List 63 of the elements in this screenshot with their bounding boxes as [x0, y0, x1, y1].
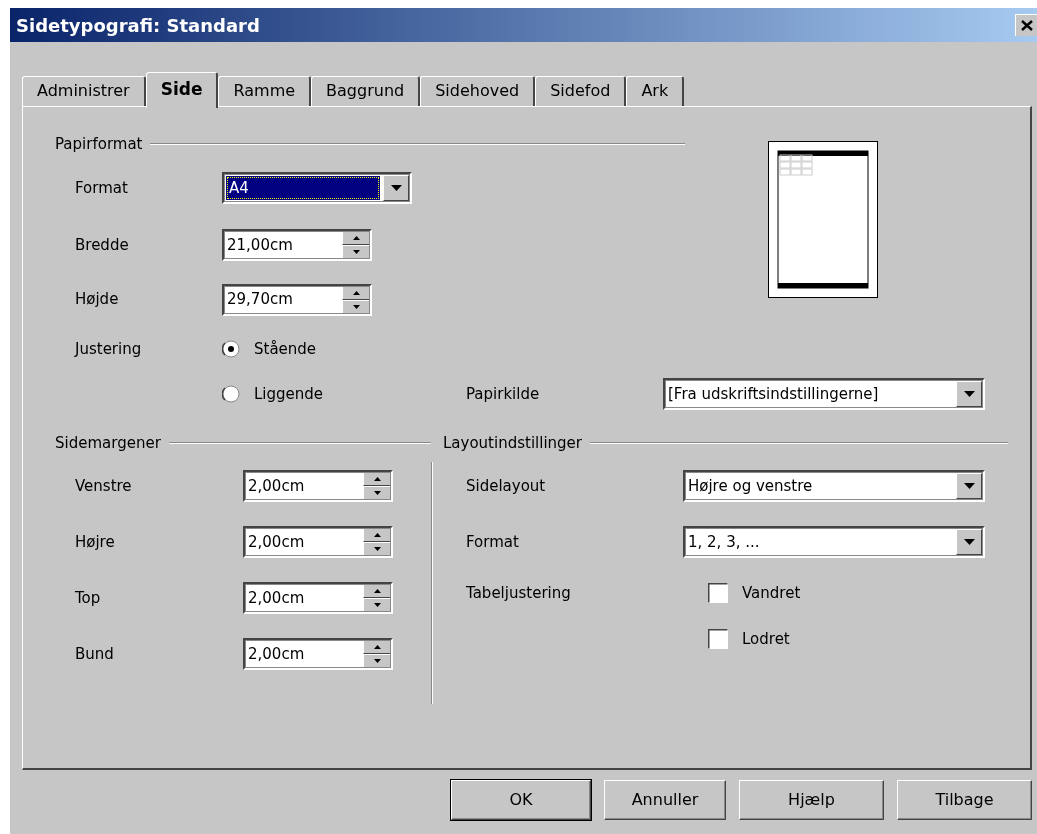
- group-label: Papirformat: [55, 133, 143, 155]
- tab[interactable]: Sidefod: [535, 76, 627, 106]
- tab[interactable]: Baggrund: [311, 76, 421, 106]
- dialog-button[interactable]: OK: [451, 780, 591, 820]
- dialog-button[interactable]: Hjælp: [739, 780, 884, 820]
- field-label: Tabeljustering: [466, 582, 572, 604]
- dropdown-field[interactable]: 1, 2, 3, ...: [683, 526, 985, 558]
- dialog-button[interactable]: Annuller: [604, 780, 726, 820]
- tab[interactable]: Administrer: [22, 76, 146, 106]
- dropdown-arrow-icon: [390, 185, 402, 191]
- down-arrow-icon: [373, 659, 381, 663]
- close-icon: [1020, 20, 1033, 31]
- dropdown-field[interactable]: Højre og venstre: [683, 470, 985, 502]
- dropdown-field[interactable]: A4: [222, 172, 412, 204]
- radio-button[interactable]: [222, 385, 240, 403]
- checkbox-label: Lodret: [742, 628, 790, 650]
- down-arrow-icon: [373, 603, 381, 607]
- down-arrow-icon: [373, 491, 381, 495]
- tab[interactable]: Sidehoved: [420, 76, 536, 106]
- spin-field[interactable]: 2,00cm: [243, 526, 393, 558]
- spin-field[interactable]: 29,70cm: [222, 283, 372, 316]
- field-label: Justering: [75, 338, 143, 360]
- radio-label: Stående: [254, 338, 317, 360]
- checkbox-label: Vandret: [742, 582, 801, 604]
- up-arrow-icon: [373, 477, 381, 481]
- field-label: Venstre: [75, 475, 133, 497]
- down-arrow-icon: [373, 547, 381, 551]
- field-label: Format: [466, 531, 520, 553]
- field-label: Bredde: [75, 234, 130, 256]
- window-title: Sidetypografi: Standard: [16, 13, 260, 38]
- dropdown-field[interactable]: [Fra udskriftsindstillingerne]: [663, 378, 985, 410]
- dropdown-arrow-icon: [963, 483, 975, 489]
- field-label: Papirkilde: [466, 383, 541, 405]
- spin-field[interactable]: 21,00cm: [222, 229, 372, 261]
- down-arrow-icon: [352, 250, 360, 254]
- field-label: Sidelayout: [466, 475, 547, 497]
- spin-field[interactable]: 2,00cm: [243, 582, 393, 614]
- close-button[interactable]: [1015, 14, 1037, 36]
- up-arrow-icon: [373, 645, 381, 649]
- dialog-button[interactable]: Tilbage: [897, 780, 1032, 820]
- down-arrow-icon: [352, 304, 360, 309]
- group-label: Sidemargener: [55, 432, 161, 454]
- field-label: Top: [75, 587, 102, 609]
- up-arrow-icon: [373, 589, 381, 593]
- checkbox[interactable]: [708, 583, 728, 603]
- tab[interactable]: Ark: [626, 76, 685, 106]
- dropdown-arrow-icon: [963, 539, 975, 545]
- group-label: Layoutindstillinger: [443, 432, 582, 454]
- checkbox[interactable]: [708, 629, 728, 649]
- radio-button[interactable]: [222, 340, 240, 358]
- up-arrow-icon: [352, 236, 360, 240]
- tab[interactable]: Ramme: [218, 76, 312, 106]
- up-arrow-icon: [352, 290, 360, 295]
- field-label: Højre: [75, 531, 116, 553]
- spin-field[interactable]: 2,00cm: [243, 470, 393, 502]
- dropdown-arrow-icon: [963, 391, 975, 397]
- up-arrow-icon: [373, 533, 381, 537]
- spin-field[interactable]: 2,00cm: [243, 638, 393, 670]
- radio-label: Liggende: [254, 383, 324, 405]
- field-label: Format: [75, 177, 129, 199]
- tab[interactable]: Side: [145, 72, 219, 108]
- field-label: Højde: [75, 289, 120, 311]
- field-label: Bund: [75, 643, 115, 665]
